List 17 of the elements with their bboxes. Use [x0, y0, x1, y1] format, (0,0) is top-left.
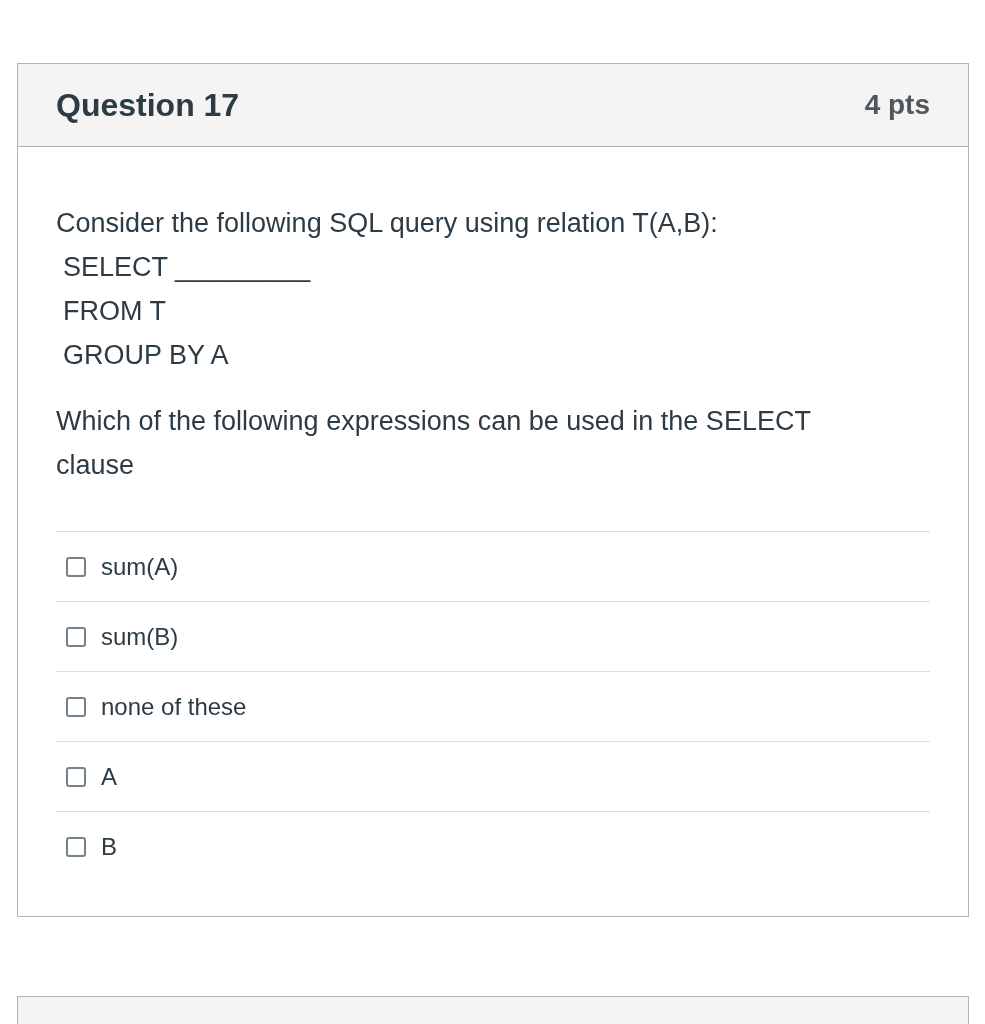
- question-prompt: Consider the following SQL query using relation T(A,B):: [56, 207, 718, 240]
- checkbox[interactable]: [66, 626, 86, 647]
- question-points: 4 pts: [864, 91, 930, 119]
- option-label: sum(B): [101, 621, 179, 652]
- option-label: A: [101, 761, 117, 792]
- checkbox[interactable]: [66, 836, 86, 857]
- query-line: FROM T: [63, 295, 166, 328]
- option-label: B: [101, 831, 117, 862]
- query-line: GROUP BY A: [63, 339, 229, 372]
- question-instruction: Which of the following expressions can be used in the SELECT clause: [56, 405, 812, 482]
- option-label: sum(A): [101, 551, 179, 582]
- query-line: SELECT _________: [63, 251, 311, 284]
- question-title: Question 17: [56, 89, 240, 121]
- checkbox[interactable]: [66, 556, 86, 577]
- checkbox[interactable]: [66, 696, 86, 717]
- checkbox[interactable]: [66, 766, 86, 787]
- option-label: none of these: [101, 691, 247, 722]
